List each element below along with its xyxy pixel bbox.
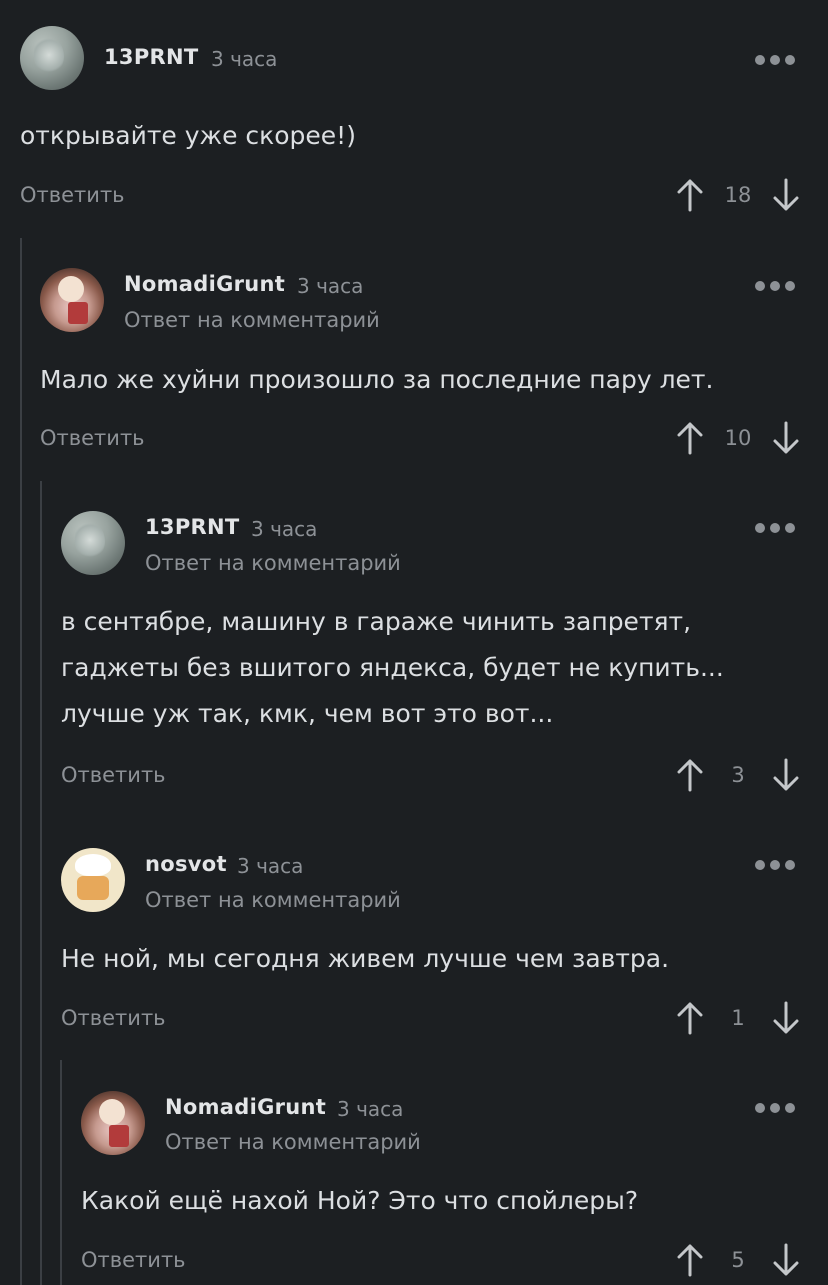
comment-time: 3 часа bbox=[251, 517, 318, 541]
comment-text: Не ной, мы сегодня живем лучше чем завтр… bbox=[61, 936, 669, 982]
reply-to-label[interactable]: Ответ на комментарий bbox=[145, 551, 401, 575]
comment-author[interactable]: NomadiGrunt bbox=[165, 1095, 326, 1119]
rating-count: 10 bbox=[724, 426, 752, 450]
arrow-up-icon[interactable] bbox=[676, 1001, 704, 1035]
thread-line-level-2[interactable] bbox=[40, 481, 42, 1285]
arrow-down-icon[interactable] bbox=[772, 421, 800, 455]
arrow-down-icon[interactable] bbox=[772, 1243, 800, 1277]
reply-to-label[interactable]: Ответ на комментарий bbox=[165, 1130, 421, 1154]
comment-text-line: Не ной, мы сегодня живем лучше чем завтр… bbox=[61, 944, 670, 973]
comment-text-line: в сентябре, машину в гараже чинить запре… bbox=[61, 607, 692, 636]
more-options-icon[interactable] bbox=[755, 522, 799, 534]
avatar[interactable] bbox=[81, 1091, 145, 1155]
reply-button[interactable]: Ответить bbox=[40, 426, 145, 450]
avatar[interactable] bbox=[61, 511, 125, 575]
comment-author[interactable]: 13PRNT bbox=[145, 515, 240, 539]
reply-button[interactable]: Ответить bbox=[61, 1006, 166, 1030]
comment-text-line: лучше уж так, кмк, чем вот это вот... bbox=[61, 699, 554, 728]
thread-line-level-1[interactable] bbox=[20, 238, 22, 1285]
thread-line-level-3[interactable] bbox=[60, 1060, 62, 1285]
reply-to-label[interactable]: Ответ на комментарий bbox=[145, 888, 401, 912]
arrow-up-icon[interactable] bbox=[676, 178, 704, 212]
arrow-up-icon[interactable] bbox=[676, 421, 704, 455]
rating-count: 18 bbox=[724, 183, 752, 207]
comment-text-line: гаджеты без вшитого яндекса, будет не ку… bbox=[61, 653, 724, 682]
comment-time: 3 часа bbox=[337, 1097, 404, 1121]
comment-text: в сентябре, машину в гараже чинить запре… bbox=[61, 599, 724, 737]
avatar[interactable] bbox=[20, 26, 84, 90]
arrow-down-icon[interactable] bbox=[772, 758, 800, 792]
rating-count: 5 bbox=[731, 1248, 745, 1272]
comment-text-line: открывайте уже скорее!) bbox=[20, 121, 356, 150]
reply-button[interactable]: Ответить bbox=[20, 183, 125, 207]
avatar[interactable] bbox=[40, 268, 104, 332]
comment-text-line: Мало же хуйни произошло за последние пар… bbox=[40, 365, 714, 394]
comment-text: Мало же хуйни произошло за последние пар… bbox=[40, 357, 713, 403]
reply-to-label[interactable]: Ответ на комментарий bbox=[124, 308, 380, 332]
more-options-icon[interactable] bbox=[755, 859, 799, 871]
comment-author[interactable]: NomadiGrunt bbox=[124, 272, 285, 296]
more-options-icon[interactable] bbox=[755, 280, 799, 292]
arrow-up-icon[interactable] bbox=[676, 1243, 704, 1277]
comment-author[interactable]: 13PRNT bbox=[104, 45, 199, 69]
reply-button[interactable]: Ответить bbox=[61, 763, 166, 787]
arrow-down-icon[interactable] bbox=[772, 1001, 800, 1035]
comment-author[interactable]: nosvot bbox=[145, 852, 227, 876]
comment-text-line: Какой ещё нахой Ной? Это что спойлеры? bbox=[81, 1186, 639, 1215]
rating-count: 3 bbox=[731, 763, 745, 787]
comment-time: 3 часа bbox=[237, 854, 304, 878]
comment-time: 3 часа bbox=[297, 274, 364, 298]
reply-button[interactable]: Ответить bbox=[81, 1248, 186, 1272]
comment-text: Какой ещё нахой Ной? Это что спойлеры? bbox=[81, 1178, 638, 1224]
more-options-icon[interactable] bbox=[755, 54, 799, 66]
comment-text: открывайте уже скорее!) bbox=[20, 113, 356, 159]
more-options-icon[interactable] bbox=[755, 1102, 799, 1114]
arrow-down-icon[interactable] bbox=[772, 178, 800, 212]
rating-count: 1 bbox=[731, 1006, 745, 1030]
avatar[interactable] bbox=[61, 848, 125, 912]
comment-time: 3 часа bbox=[211, 47, 278, 71]
arrow-up-icon[interactable] bbox=[676, 758, 704, 792]
